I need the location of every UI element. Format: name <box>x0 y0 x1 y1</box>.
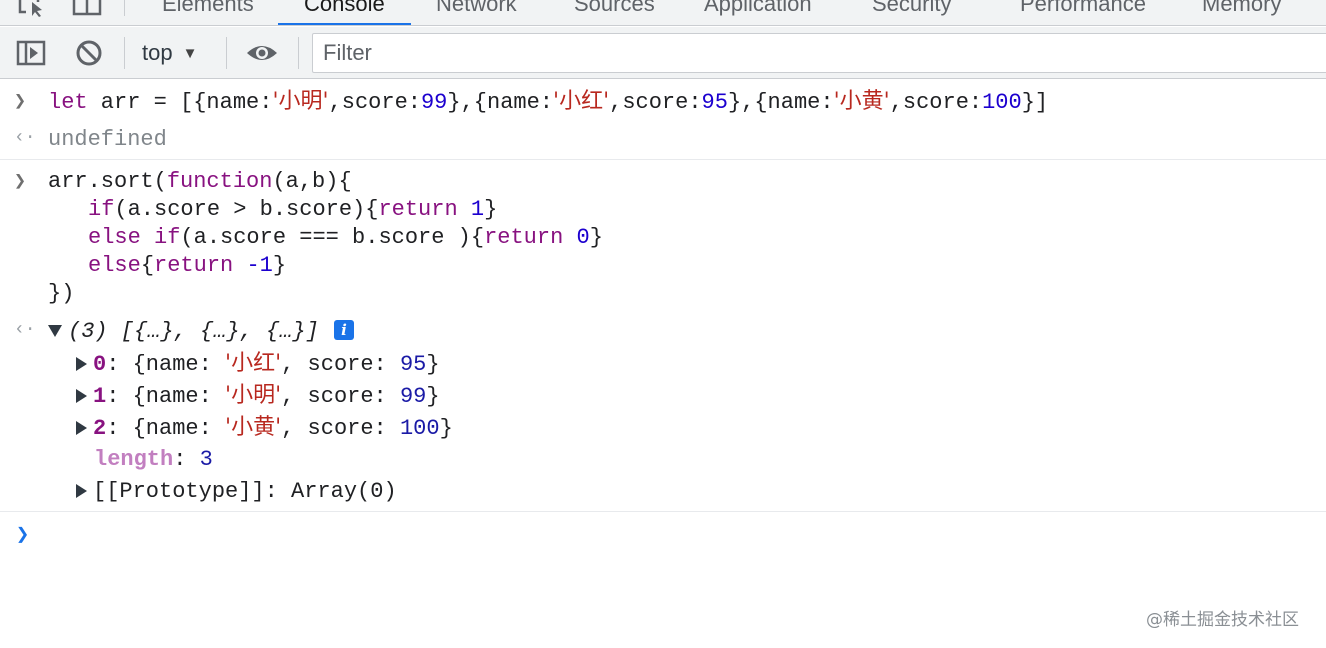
clear-icon <box>76 40 102 66</box>
tab-elements[interactable]: Elements <box>162 0 254 25</box>
array-entry[interactable]: 2: {name: '小黄', score: 100} <box>76 414 453 442</box>
console-input-message: ❯ arr.sort(function(a,b){ if(a.score > b… <box>0 160 1326 512</box>
toolbar-separator <box>298 37 299 69</box>
console-prompt-input[interactable] <box>48 516 1308 550</box>
input-chevron-icon: ❯ <box>14 91 27 114</box>
sidebar-icon <box>16 40 46 66</box>
filter-input[interactable] <box>312 33 1326 73</box>
result-undefined: undefined <box>48 127 167 152</box>
live-expression-button[interactable] <box>244 39 280 67</box>
code-line: else{return -1} <box>88 253 287 278</box>
tab-application[interactable]: Application <box>704 0 812 25</box>
result-arrow-icon: ‹· <box>14 128 36 148</box>
tab-security[interactable]: Security <box>872 0 951 25</box>
console-prompt-chevron-icon: ❯ <box>16 523 30 548</box>
info-icon[interactable]: i <box>334 320 354 340</box>
show-sidebar-button[interactable] <box>16 39 46 67</box>
toolbar-separator <box>226 37 227 69</box>
tab-network[interactable]: Network <box>436 0 517 25</box>
expand-triangle-icon[interactable] <box>76 389 87 404</box>
context-selector[interactable]: top ▼ <box>142 37 197 69</box>
eye-icon <box>247 46 277 60</box>
expand-triangle-icon[interactable] <box>76 357 87 372</box>
device-toolbar-icon[interactable] <box>72 0 102 23</box>
result-arrow-icon: ‹· <box>14 320 36 340</box>
tab-sources[interactable]: Sources <box>574 0 655 25</box>
context-label: top <box>142 40 173 65</box>
code-line: }) <box>48 281 75 306</box>
dropdown-caret-icon: ▼ <box>182 44 198 62</box>
watermark: @稀土掘金技术社区 <box>1146 610 1299 630</box>
array-entry[interactable]: 1: {name: '小明', score: 99} <box>76 382 440 410</box>
array-prototype[interactable]: [[Prototype]]: Array(0) <box>76 478 397 506</box>
expand-triangle-icon[interactable] <box>76 484 87 499</box>
console-toolbar: top ▼ <box>0 27 1326 79</box>
tab-memory[interactable]: Memory <box>1202 0 1281 25</box>
input-chevron-icon: ❯ <box>14 171 27 194</box>
array-summary[interactable]: (3) [{…}, {…}, {…}] <box>48 318 319 346</box>
tab-performance[interactable]: Performance <box>1020 0 1146 25</box>
code-line: if(a.score > b.score){return 1} <box>88 197 498 222</box>
tab-separator <box>124 0 125 16</box>
code-line: let arr = [{name:'小明',score:99},{name:'小… <box>48 89 1049 115</box>
expand-triangle-icon[interactable] <box>76 421 87 436</box>
array-length: length: 3 <box>94 447 213 472</box>
code-line: arr.sort(function(a,b){ <box>48 169 352 194</box>
code-line: else if(a.score === b.score ){return 0} <box>88 225 603 250</box>
devtools-tab-bar: Elements Console Network Sources Applica… <box>0 0 1326 26</box>
array-entry[interactable]: 0: {name: '小红', score: 95} <box>76 350 440 378</box>
clear-console-button[interactable] <box>74 39 104 67</box>
inspect-element-icon[interactable] <box>18 0 48 23</box>
toolbar-separator <box>124 37 125 69</box>
console-output: ❯ let arr = [{name:'小明',score:99},{name:… <box>0 80 1326 648</box>
collapse-triangle-icon[interactable] <box>48 325 62 338</box>
tab-console[interactable]: Console <box>278 0 411 25</box>
console-input-message: ❯ let arr = [{name:'小明',score:99},{name:… <box>0 80 1326 160</box>
